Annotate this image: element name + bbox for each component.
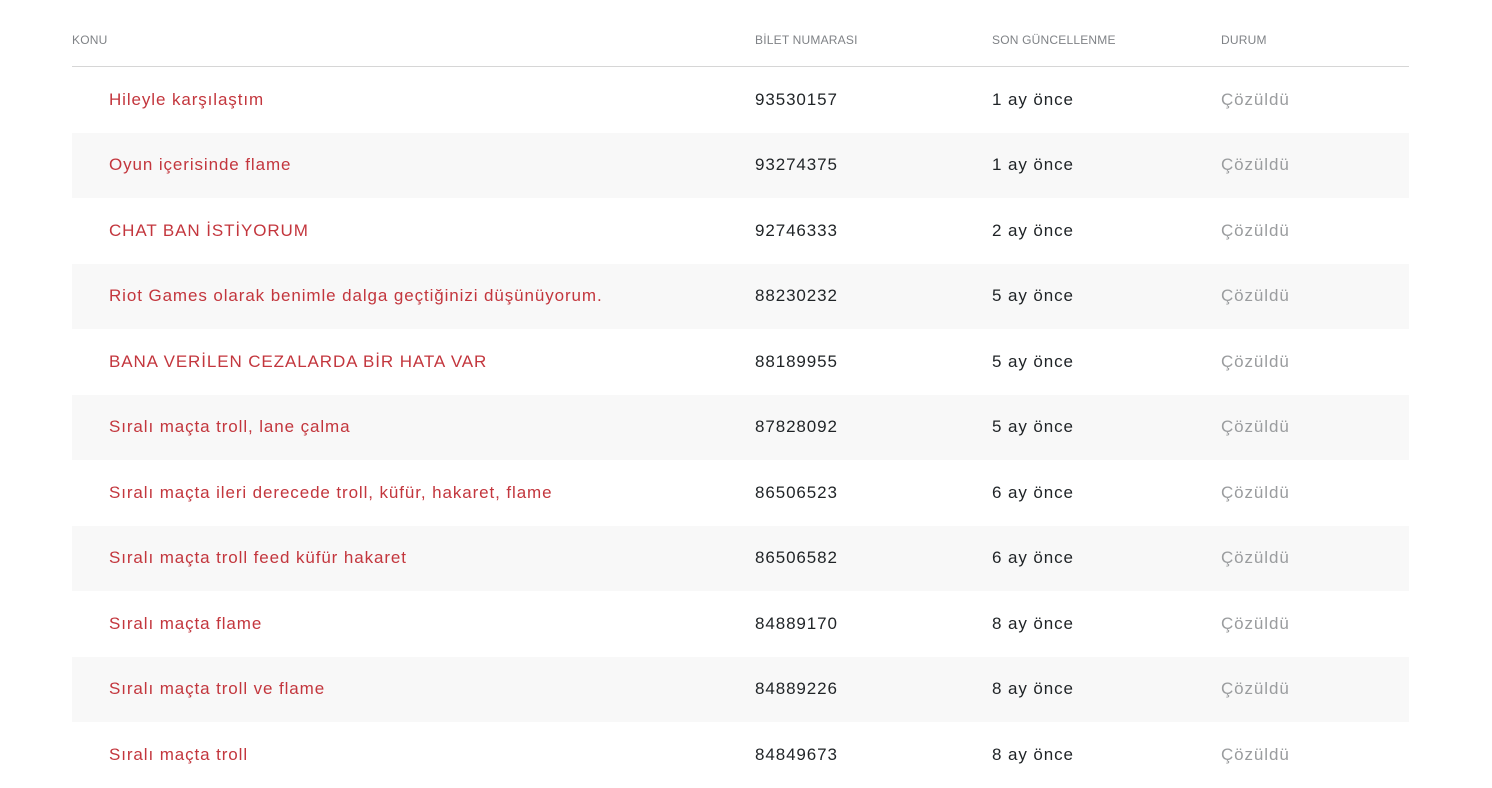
ticket-status: Çözüldü	[1221, 286, 1290, 306]
ticket-number: 84849673	[755, 744, 838, 764]
table-header: KONU BİLET NUMARASI SON GÜNCELLENME DURU…	[72, 0, 1409, 67]
ticket-last-updated: 5 ay önce	[992, 417, 1074, 437]
ticket-status: Çözüldü	[1221, 417, 1290, 437]
ticket-number: 88189955	[755, 351, 838, 371]
ticket-subject-link[interactable]: Hileyle karşılaştım	[109, 90, 264, 110]
table-row[interactable]: Hileyle karşılaştım 93530157 1 ay önce Çözü…	[72, 67, 1409, 133]
ticket-last-updated: 5 ay önce	[992, 286, 1074, 306]
ticket-last-updated: 6 ay önce	[992, 548, 1074, 568]
ticket-status: Çözüldü	[1221, 613, 1290, 633]
ticket-status: Çözüldü	[1221, 89, 1290, 109]
ticket-subject-link[interactable]: Riot Games olarak benimle dalga geçtiğin…	[109, 286, 603, 306]
ticket-last-updated: 2 ay önce	[992, 220, 1074, 240]
ticket-number: 84889226	[755, 679, 838, 699]
column-header-subject[interactable]: KONU	[72, 33, 107, 47]
ticket-subject-link[interactable]: Sıralı maçta troll feed küfür hakaret	[109, 548, 407, 568]
ticket-last-updated: 8 ay önce	[992, 744, 1074, 764]
table-row[interactable]: CHAT BAN İSTİYORUM 92746333 2 ay önce Çözül…	[72, 198, 1409, 264]
table-row[interactable]: Sıralı maçta troll feed küfür hakaret 865…	[72, 525, 1409, 591]
ticket-subject-link[interactable]: BANA VERİLEN CEZALARDA BİR HATA VAR	[109, 352, 487, 372]
ticket-status: Çözüldü	[1221, 482, 1290, 502]
ticket-last-updated: 5 ay önce	[992, 351, 1074, 371]
ticket-number: 93274375	[755, 155, 838, 175]
ticket-status: Çözüldü	[1221, 220, 1290, 240]
ticket-list: Hileyle karşılaştım 93530157 1 ay önce Çözü…	[72, 67, 1409, 788]
ticket-table: KONU BİLET NUMARASI SON GÜNCELLENME DURU…	[72, 0, 1409, 788]
column-header-status[interactable]: DURUM	[1221, 33, 1267, 47]
ticket-number: 88230232	[755, 286, 838, 306]
ticket-number: 93530157	[755, 89, 838, 109]
ticket-subject-link[interactable]: Sıralı maçta troll, lane çalma	[109, 417, 350, 437]
ticket-status: Çözüldü	[1221, 351, 1290, 371]
ticket-subject-link[interactable]: Sıralı maçta ileri derecede troll, küfür…	[109, 483, 552, 503]
ticket-last-updated: 6 ay önce	[992, 482, 1074, 502]
table-row[interactable]: Oyun içerisinde flame 93274375 1 ay önce Çö…	[72, 132, 1409, 198]
ticket-last-updated: 8 ay önce	[992, 679, 1074, 699]
column-header-ticket-number[interactable]: BİLET NUMARASI	[755, 33, 858, 47]
ticket-number: 86506523	[755, 482, 838, 502]
ticket-last-updated: 1 ay önce	[992, 155, 1074, 175]
ticket-subject-link[interactable]: Sıralı maçta troll ve flame	[109, 679, 325, 699]
ticket-last-updated: 1 ay önce	[992, 89, 1074, 109]
table-row[interactable]: BANA VERİLEN CEZALARDA BİR HATA VAR 88189…	[72, 329, 1409, 395]
ticket-subject-link[interactable]: Sıralı maçta flame	[109, 614, 262, 634]
ticket-subject-link[interactable]: CHAT BAN İSTİYORUM	[109, 221, 309, 241]
column-header-last-updated[interactable]: SON GÜNCELLENME	[992, 33, 1116, 47]
table-row[interactable]: Sıralı maçta ileri derecede troll, küfür…	[72, 460, 1409, 526]
ticket-status: Çözüldü	[1221, 744, 1290, 764]
table-row[interactable]: Sıralı maçta troll 84849673 8 ay önce Çözül…	[72, 722, 1409, 788]
ticket-subject-link[interactable]: Sıralı maçta troll	[109, 745, 248, 765]
table-row[interactable]: Riot Games olarak benimle dalga geçtiğin…	[72, 263, 1409, 329]
ticket-number: 87828092	[755, 417, 838, 437]
table-row[interactable]: Sıralı maçta flame 84889170 8 ay önce Çözül…	[72, 591, 1409, 657]
ticket-status: Çözüldü	[1221, 679, 1290, 699]
ticket-status: Çözüldü	[1221, 155, 1290, 175]
ticket-number: 84889170	[755, 613, 838, 633]
ticket-number: 86506582	[755, 548, 838, 568]
ticket-last-updated: 8 ay önce	[992, 613, 1074, 633]
ticket-status: Çözüldü	[1221, 548, 1290, 568]
ticket-number: 92746333	[755, 220, 838, 240]
table-row[interactable]: Sıralı maçta troll, lane çalma 87828092 5 …	[72, 394, 1409, 460]
table-row[interactable]: Sıralı maçta troll ve flame 84889226 8 ay …	[72, 656, 1409, 722]
ticket-subject-link[interactable]: Oyun içerisinde flame	[109, 155, 291, 175]
